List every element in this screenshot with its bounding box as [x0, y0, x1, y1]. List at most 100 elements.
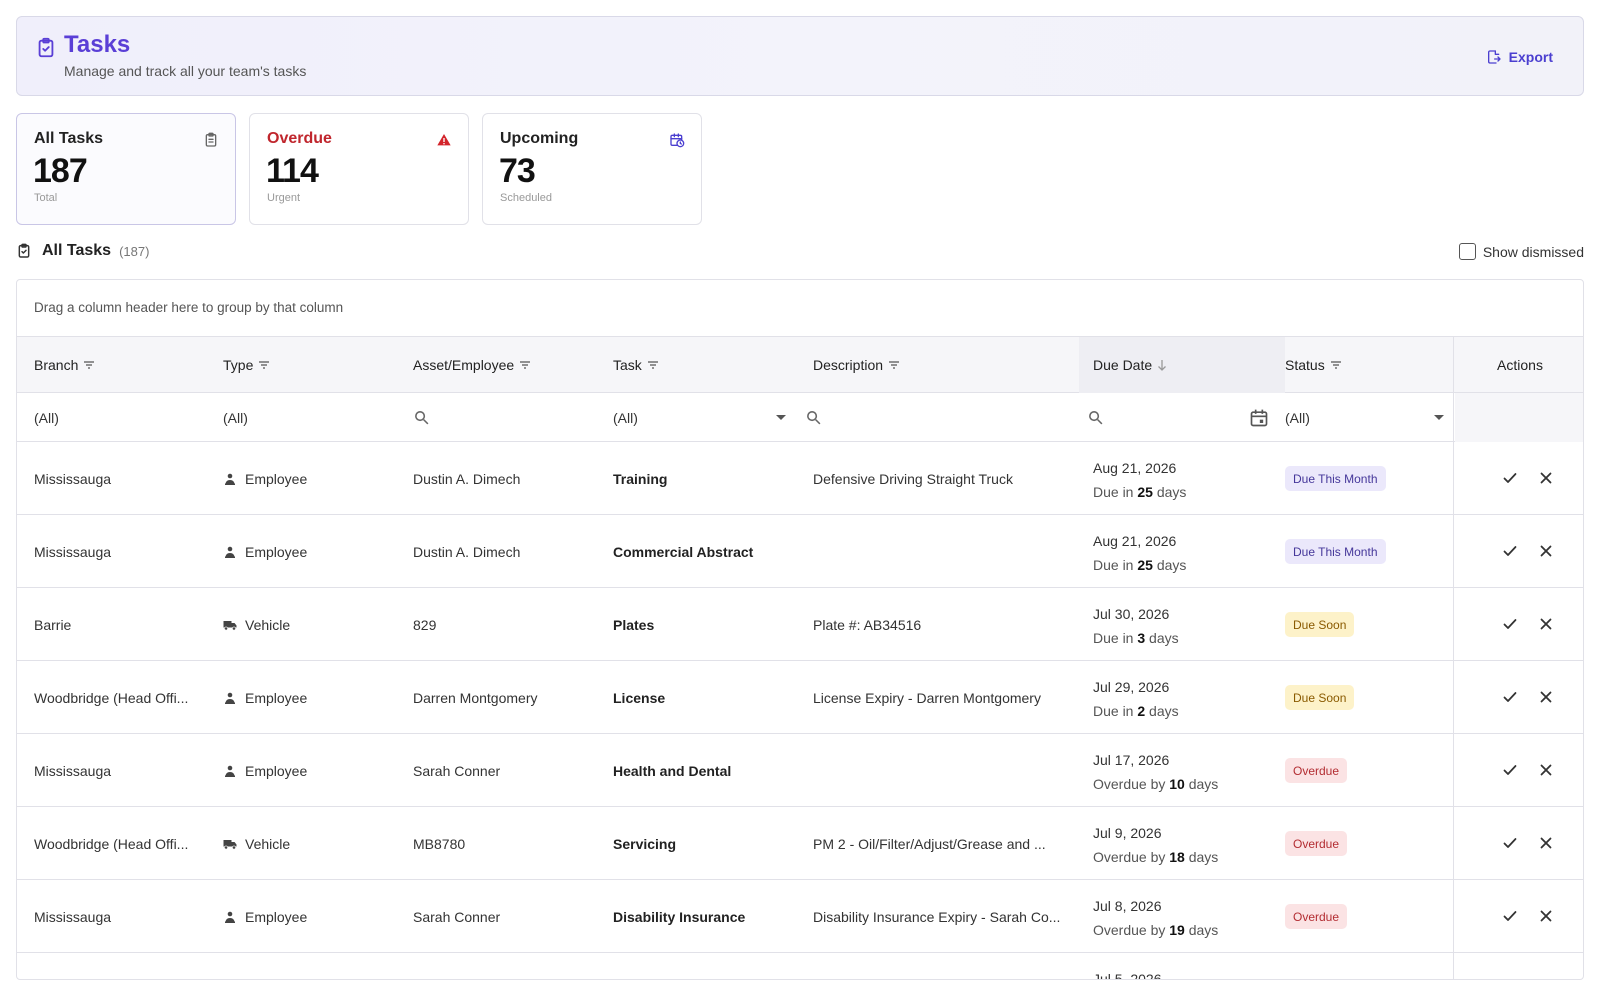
branch-cell: Mississauga [34, 908, 112, 925]
asset-employee-cell[interactable]: Sarah Conner [413, 734, 603, 807]
due-days: 3 [1137, 630, 1146, 646]
due-date: Aug 21, 2026 [1093, 460, 1177, 476]
table-row[interactable]: Mississauga Employee Dustin A. Dimech Train… [17, 442, 1583, 515]
card-label: All Tasks [34, 130, 104, 147]
column-header-row: Branch Type Asset/Employee Task Descript… [17, 337, 1583, 393]
type-cell: Vehicle [223, 588, 403, 661]
column-header-description[interactable]: Description [813, 337, 900, 393]
asset-employee-filter[interactable] [413, 393, 430, 442]
due-relative: Overdue by 10 days [1093, 772, 1218, 796]
description-cell [813, 515, 1068, 588]
asset-employee-cell[interactable]: Darren Montgomery [413, 661, 603, 734]
branch-filter-value: (All) [34, 409, 59, 426]
status-filter-value: (All) [1285, 409, 1310, 426]
type-cell: Vehicle [223, 807, 403, 880]
calendar-icon[interactable] [1249, 408, 1269, 428]
table-row[interactable]: Mississauga Employee Sarah Conner Disabilit… [17, 880, 1583, 953]
filter-icon[interactable] [1330, 360, 1342, 370]
table-row[interactable]: Woodbridge (Head Offi... Employee Darren M… [17, 661, 1583, 734]
description-cell: Defensive Driving Straight Truck [813, 470, 1013, 487]
branch-cell: Mississauga [34, 470, 112, 487]
section-title: All Tasks [42, 242, 112, 259]
due-relative: Due in 3 days [1093, 626, 1179, 650]
export-button[interactable]: Export [1486, 45, 1553, 69]
table-row[interactable]: Mississauga Employee Sarah Conner Health an… [17, 734, 1583, 807]
due-prefix: Due in [1093, 557, 1134, 573]
status-badge: Due This Month [1285, 539, 1386, 564]
asset-employee-cell[interactable]: Sarah Conner [413, 880, 603, 953]
table-row[interactable]: Woodbridge (Head Offi... Vehicle MB8780 Ser… [17, 807, 1583, 880]
due-date: Jul 5, 2026 [1093, 971, 1162, 980]
type-label: Employee [245, 543, 308, 560]
asset-employee-cell[interactable]: 829 [413, 588, 603, 661]
dropdown-arrow-icon [1434, 414, 1444, 420]
column-header-asset-employee[interactable]: Asset/Employee [413, 337, 531, 393]
filter-icon[interactable] [519, 360, 531, 370]
filter-icon[interactable] [647, 360, 659, 370]
status-badge: Due Soon [1285, 612, 1355, 637]
due-date-filter[interactable] [1087, 393, 1277, 442]
table-row[interactable]: Jul 5, 2026 [17, 953, 1583, 980]
card-upcoming[interactable]: Upcoming 73 Scheduled [482, 113, 702, 225]
type-label: Employee [245, 689, 308, 706]
clipboard-check-icon [18, 243, 30, 258]
asset-employee-cell[interactable]: Dustin A. Dimech [413, 442, 603, 515]
column-header-due-date[interactable]: Due Date [1079, 337, 1285, 393]
description-cell [813, 734, 1068, 807]
clipboard-icon [205, 132, 217, 147]
column-header-label: Type [223, 357, 254, 373]
card-value: 187 [33, 152, 88, 190]
status-badge: Due This Month [1285, 466, 1386, 491]
task-cell: Commercial Abstract [613, 543, 754, 560]
truck-icon [223, 620, 237, 630]
show-dismissed-checkbox[interactable] [1458, 243, 1476, 260]
due-date-cell: Aug 21, 2026 Due in 25 days [1093, 529, 1186, 577]
page-title: Tasks [64, 31, 131, 58]
group-by-panel[interactable]: Drag a column header here to group by th… [17, 280, 1583, 337]
column-header-status[interactable]: Status [1285, 337, 1342, 393]
type-cell: Employee [223, 734, 403, 807]
due-days: 2 [1137, 703, 1146, 719]
person-icon [225, 911, 235, 923]
description-cell: Disability Insurance Expiry - Sarah Co..… [813, 908, 1061, 925]
branch-cell: Barrie [34, 616, 72, 633]
due-days: 25 [1137, 557, 1153, 573]
dropdown-arrow-icon [776, 414, 786, 420]
type-label: Employee [245, 470, 308, 487]
filter-icon[interactable] [83, 360, 95, 370]
truck-icon [223, 839, 237, 849]
table-row[interactable]: Mississauga Employee Dustin A. Dimech Comme… [17, 515, 1583, 588]
filter-icon[interactable] [258, 360, 270, 370]
branch-filter[interactable]: (All) [34, 393, 59, 442]
branch-cell: Mississauga [34, 762, 112, 779]
due-prefix: Due in [1093, 630, 1134, 646]
column-header-branch[interactable]: Branch [34, 337, 95, 393]
type-label: Employee [245, 908, 308, 925]
table-row[interactable]: Barrie Vehicle 829 Plates Plate #: AB34516 Ju… [17, 588, 1583, 661]
asset-employee-cell[interactable]: Dustin A. Dimech [413, 515, 603, 588]
due-date-cell: Jul 8, 2026 Overdue by 19 days [1093, 894, 1218, 942]
due-prefix: Overdue by [1093, 776, 1166, 792]
due-date-cell: Aug 21, 2026 Due in 25 days [1093, 456, 1186, 504]
due-date-cell: Jul 30, 2026 Due in 3 days [1093, 602, 1179, 650]
card-all-tasks[interactable]: All Tasks 187 Total [16, 113, 236, 225]
description-cell: Plate #: AB34516 [813, 616, 922, 633]
column-header-type[interactable]: Type [223, 337, 270, 393]
asset-employee-cell[interactable]: MB8780 [413, 807, 603, 880]
type-filter[interactable]: (All) [223, 393, 248, 442]
column-header-task[interactable]: Task [613, 337, 659, 393]
description-filter[interactable] [805, 393, 822, 442]
filter-icon[interactable] [888, 360, 900, 370]
card-overdue[interactable]: Overdue 114 Urgent [249, 113, 469, 225]
task-filter[interactable]: (All) [613, 393, 793, 442]
due-suffix: days [1188, 776, 1219, 792]
due-date: Jul 9, 2026 [1093, 825, 1162, 841]
filter-row: (All) (All) (All) (All) [17, 393, 1583, 442]
warning-icon [437, 134, 451, 146]
due-date-cell: Jul 5, 2026 [1093, 967, 1162, 980]
due-date: Jul 8, 2026 [1093, 898, 1162, 914]
status-filter[interactable]: (All) [1285, 393, 1457, 442]
due-date: Jul 17, 2026 [1093, 752, 1170, 768]
show-dismissed-toggle[interactable]: Show dismissed [1458, 243, 1584, 260]
due-relative: Overdue by 19 days [1093, 918, 1218, 942]
